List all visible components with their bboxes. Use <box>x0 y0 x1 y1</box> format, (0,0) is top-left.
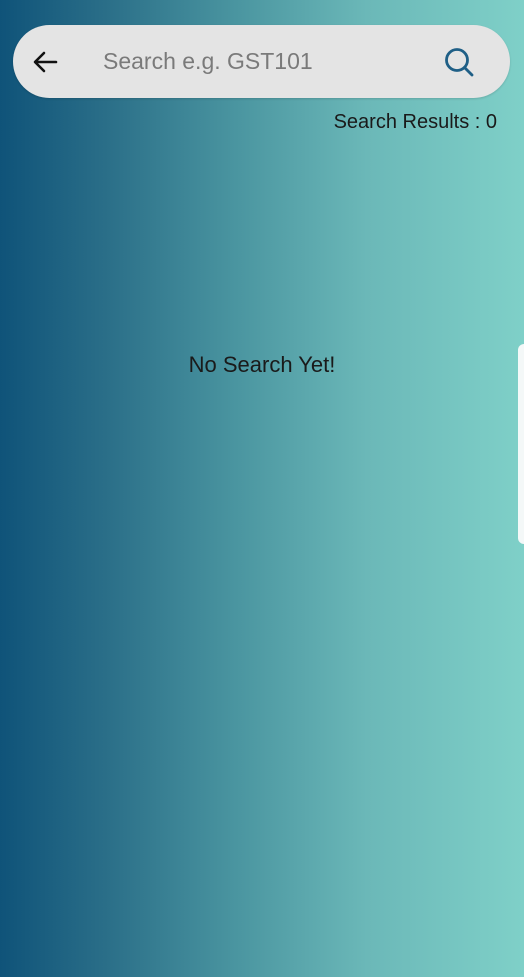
search-results-count: Search Results : 0 <box>333 111 497 133</box>
search-icon <box>445 48 474 77</box>
empty-state-message: No Search Yet! <box>188 352 336 377</box>
back-button[interactable] <box>30 47 60 77</box>
search-button[interactable] <box>442 45 476 79</box>
search-bar <box>13 25 510 98</box>
arrow-left-icon <box>33 51 58 73</box>
search-input[interactable] <box>103 39 413 83</box>
scrollbar-handle[interactable] <box>518 344 524 544</box>
